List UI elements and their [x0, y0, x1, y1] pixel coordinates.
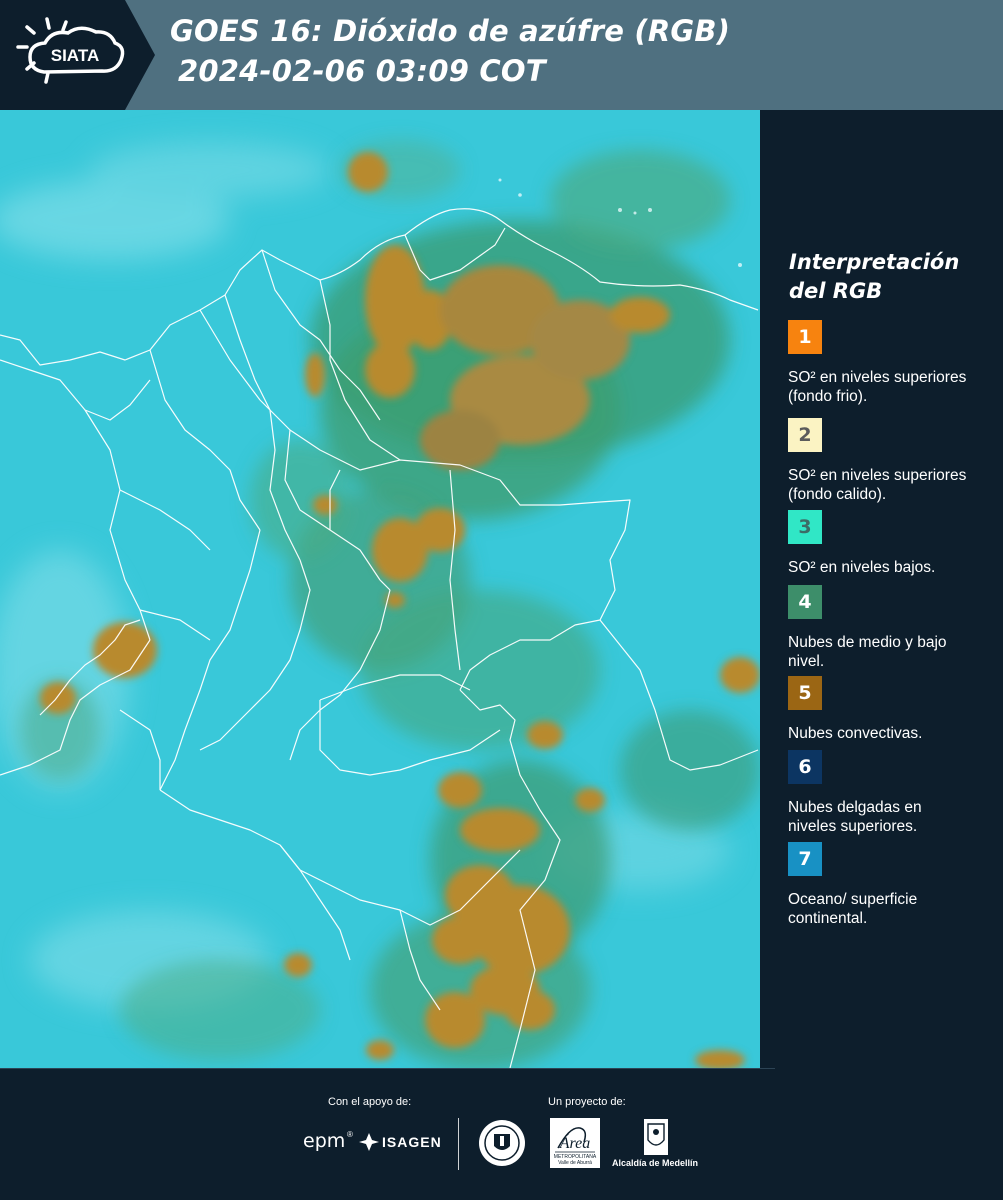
legend-number: 2 — [798, 424, 812, 446]
legend-description: SO² en niveles superiores (fondo calido)… — [788, 467, 967, 503]
area-metropolitana-logo-icon: Área METROPOLITANA Valle de Aburrá — [550, 1118, 600, 1168]
satellite-map — [0, 110, 760, 1068]
legend-item-7: 7 Oceano/ superficie continental. — [788, 842, 998, 928]
legend-panel: Interpretación del RGB 1 SO² en niveles … — [760, 110, 1003, 1068]
logo-text: SIATA — [51, 46, 99, 65]
page-title: GOES 16: Dióxido de azúfre (RGB) — [170, 14, 731, 48]
legend-description: Nubes de medio y bajo nivel. — [788, 634, 947, 670]
isagen-mark-icon — [359, 1133, 379, 1151]
footer-divider — [458, 1118, 459, 1170]
legend-number: 7 — [798, 848, 812, 870]
legend-number: 1 — [798, 326, 812, 348]
legend-swatch-6: 6 — [788, 750, 822, 784]
legend-item-6: 6 Nubes delgadas en niveles superiores. — [788, 750, 998, 836]
legend-number: 4 — [798, 591, 812, 613]
registered-mark-icon: ® — [347, 1130, 353, 1139]
legend-number: 3 — [798, 516, 812, 538]
footer-rule — [0, 1068, 775, 1069]
alcaldia-label: Alcaldía de Medellín — [612, 1158, 699, 1168]
medellin-seal-icon — [479, 1120, 525, 1166]
legend-item-5: 5 Nubes convectivas. — [788, 676, 998, 744]
project-caption: Un proyecto de: — [548, 1096, 626, 1108]
legend-description: SO² en niveles bajos. — [788, 559, 936, 576]
legend-swatch-7: 7 — [788, 842, 822, 876]
legend-item-2: 2 SO² en niveles superiores (fondo calid… — [788, 418, 998, 504]
epm-logo: epm — [303, 1130, 346, 1152]
legend-swatch-5: 5 — [788, 676, 822, 710]
footer: Con el apoyo de: Un proyecto de: epm ® I… — [0, 1068, 1003, 1200]
legend-description: Oceano/ superficie continental. — [788, 891, 918, 927]
legend-description: Nubes delgadas en niveles superiores. — [788, 799, 922, 835]
support-caption: Con el apoyo de: — [328, 1096, 412, 1108]
legend-item-1: 1 SO² en niveles superiores (fondo frio)… — [788, 320, 998, 406]
legend-title: Interpretación del RGB — [789, 250, 960, 303]
legend-swatch-2: 2 — [788, 418, 822, 452]
isagen-logo: ISAGEN — [382, 1134, 442, 1150]
legend-description: SO² en niveles superiores (fondo frio). — [788, 369, 967, 405]
header-bar: SIATA GOES 16: Dióxido de azúfre (RGB) 2… — [0, 0, 1003, 110]
area-logo-main: Área — [559, 1133, 591, 1152]
legend-swatch-1: 1 — [788, 320, 822, 354]
legend-swatch-3: 3 — [788, 510, 822, 544]
legend-description: Nubes convectivas. — [788, 725, 923, 742]
alcaldia-shield-icon — [644, 1119, 668, 1155]
satellite-image — [0, 110, 760, 1068]
timestamp-title: 2024-02-06 03:09 COT — [178, 54, 546, 88]
legend-swatch-4: 4 — [788, 585, 822, 619]
siata-logo: SIATA — [0, 0, 155, 110]
area-logo-line2: Valle de Aburrá — [558, 1160, 592, 1166]
legend-number: 6 — [798, 756, 812, 778]
legend-number: 5 — [798, 682, 812, 704]
legend-item-4: 4 Nubes de medio y bajo nivel. — [788, 585, 998, 671]
legend-item-3: 3 SO² en niveles bajos. — [788, 510, 998, 578]
